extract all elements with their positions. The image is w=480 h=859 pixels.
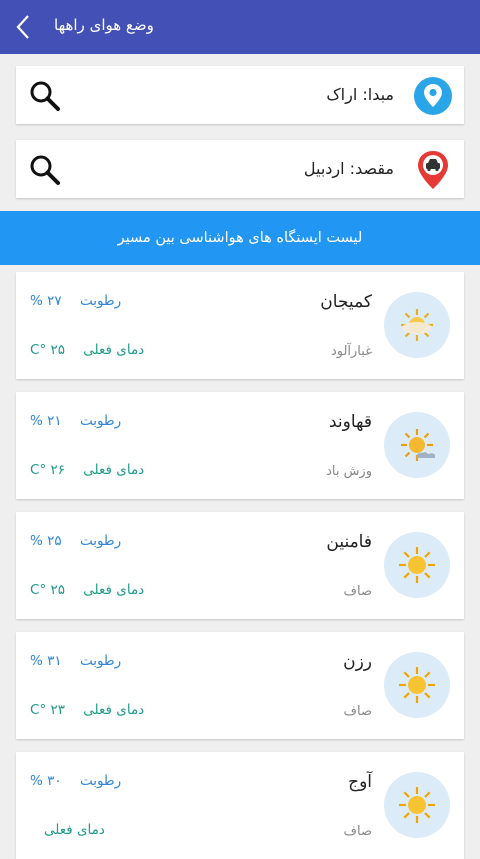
temperature-row: دمای فعلی [30, 822, 105, 838]
humidity-label: رطوبت [79, 293, 122, 309]
temperature-label: دمای فعلی [83, 462, 145, 478]
station-condition: صاف [343, 584, 372, 599]
station-card[interactable]: کمیجان غبارآلود رطوبت ۲۷ % دمای فعلی ۲۵ … [16, 272, 464, 379]
destination-car-pin-icon [412, 149, 454, 191]
sun-icon [384, 532, 450, 598]
station-card[interactable]: رزن صاف رطوبت ۳۱ % دمای فعلی ۲۳ °C [16, 632, 464, 739]
page-title: وضع هوای راهها [54, 16, 154, 34]
humidity-row: رطوبت ۲۵ % [30, 533, 121, 549]
app-bar: وضع هوای راهها [0, 0, 480, 54]
station-card[interactable]: قهاوند وزش باد رطوبت ۲۱ % دمای فعلی ۲۶ °… [16, 392, 464, 499]
station-city: رزن [343, 652, 372, 672]
temperature-label: دمای فعلی [44, 822, 105, 838]
temperature-value: ۲۳ °C [30, 702, 65, 718]
humidity-label: رطوبت [79, 533, 122, 549]
station-condition: صاف [343, 704, 372, 719]
temperature-value: ۲۵ °C [30, 582, 65, 598]
station-card[interactable]: آوج صاف رطوبت ۳۰ % دمای فعلی [16, 752, 464, 859]
temperature-label: دمای فعلی [83, 702, 145, 718]
windy-sun-icon [384, 412, 450, 478]
sun-icon [384, 652, 450, 718]
destination-field[interactable]: مقصد: اردبیل [16, 140, 464, 198]
humidity-row: رطوبت ۳۰ % [30, 773, 121, 789]
station-card[interactable]: فامنین صاف رطوبت ۲۵ % دمای فعلی ۲۵ °C [16, 512, 464, 619]
search-icon [30, 155, 60, 185]
station-condition: غبارآلود [330, 344, 372, 359]
temperature-label: دمای فعلی [83, 582, 145, 598]
origin-pin-icon [412, 75, 454, 117]
temperature-value: ۲۵ °C [30, 342, 65, 358]
humidity-value: ۲۱ % [30, 413, 62, 429]
humidity-row: رطوبت ۲۷ % [30, 293, 121, 309]
origin-label: مبدا: اراک [326, 85, 394, 104]
humidity-label: رطوبت [79, 413, 122, 429]
origin-field[interactable]: مبدا: اراک [16, 66, 464, 124]
station-condition: وزش باد [326, 464, 372, 479]
humidity-value: ۲۵ % [30, 533, 62, 549]
dusty-sun-icon [384, 292, 450, 358]
temperature-row: دمای فعلی ۲۵ °C [30, 582, 144, 598]
humidity-row: رطوبت ۲۱ % [30, 413, 121, 429]
back-button[interactable] [4, 8, 42, 46]
sun-icon [384, 772, 450, 838]
station-city: آوج [348, 772, 372, 792]
temperature-row: دمای فعلی ۲۳ °C [30, 702, 144, 718]
destination-search-button[interactable] [28, 153, 62, 187]
humidity-label: رطوبت [79, 773, 122, 789]
temperature-row: دمای فعلی ۲۶ °C [30, 462, 144, 478]
destination-label: مقصد: اردبیل [303, 159, 394, 178]
chevron-left-icon [16, 15, 29, 39]
humidity-label: رطوبت [79, 653, 122, 669]
origin-search-button[interactable] [28, 79, 62, 113]
station-condition: صاف [343, 824, 372, 839]
station-city: کمیجان [320, 292, 372, 312]
stations-list-header: لیست ایستگاه های هواشناسی بین مسیر [0, 211, 480, 265]
humidity-value: ۲۷ % [30, 293, 62, 309]
station-city: قهاوند [328, 412, 372, 432]
temperature-row: دمای فعلی ۲۵ °C [30, 342, 144, 358]
humidity-row: رطوبت ۳۱ % [30, 653, 121, 669]
temperature-label: دمای فعلی [83, 342, 145, 358]
search-icon [30, 81, 60, 111]
humidity-value: ۳۰ % [30, 773, 62, 789]
temperature-value: ۲۶ °C [30, 462, 65, 478]
humidity-value: ۳۱ % [30, 653, 62, 669]
station-city: فامنین [326, 532, 372, 552]
